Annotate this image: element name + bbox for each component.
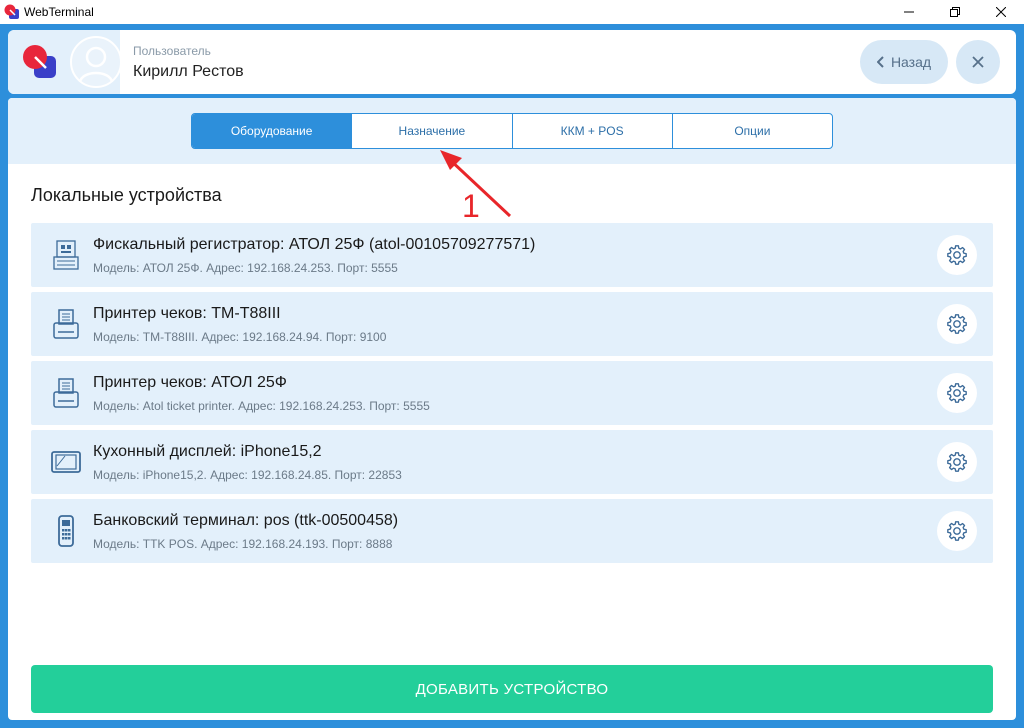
close-button[interactable] bbox=[956, 40, 1000, 84]
gear-icon bbox=[947, 452, 967, 472]
restore-button[interactable] bbox=[932, 0, 978, 24]
user-name: Кирилл Рестов bbox=[133, 63, 244, 80]
restore-icon bbox=[950, 7, 960, 17]
bank-terminal-icon bbox=[58, 515, 74, 547]
device-name: Принтер чеков: АТОЛ 25Ф bbox=[93, 374, 287, 391]
kitchen-display-icon bbox=[51, 451, 81, 473]
close-icon bbox=[972, 56, 984, 68]
device-name: Кухонный дисплей: iPhone15,2 bbox=[93, 443, 322, 460]
gear-icon bbox=[947, 383, 967, 403]
tab-options[interactable]: Опции bbox=[671, 114, 832, 148]
gear-icon bbox=[947, 245, 967, 265]
add-device-button[interactable]: ДОБАВИТЬ УСТРОЙСТВО bbox=[31, 665, 993, 713]
device-row: Принтер чеков: АТОЛ 25Ф Модель: Atol tic… bbox=[31, 361, 993, 425]
device-settings-button[interactable] bbox=[937, 304, 977, 344]
minimize-button[interactable] bbox=[886, 0, 932, 24]
device-meta: Модель: TTK POS. Адрес: 192.168.24.193. … bbox=[93, 537, 393, 551]
tab-assignment[interactable]: Назначение bbox=[351, 114, 511, 148]
device-meta: Модель: TM-T88III. Адрес: 192.168.24.94.… bbox=[93, 330, 387, 344]
device-meta: Модель: Atol ticket printer. Адрес: 192.… bbox=[93, 399, 430, 413]
tab-kkm-pos[interactable]: ККМ + POS bbox=[511, 114, 672, 148]
device-row: Фискальный регистратор: АТОЛ 25Ф (atol-0… bbox=[31, 223, 993, 287]
device-meta: Модель: АТОЛ 25Ф. Адрес: 192.168.24.253.… bbox=[93, 261, 398, 275]
device-settings-button[interactable] bbox=[937, 511, 977, 551]
device-meta: Модель: iPhone15,2. Адрес: 192.168.24.85… bbox=[93, 468, 402, 482]
window-title: WebTerminal bbox=[24, 5, 94, 19]
back-button-label: Назад bbox=[890, 54, 932, 70]
avatar bbox=[70, 36, 122, 88]
receipt-printer-icon bbox=[53, 378, 79, 408]
device-settings-button[interactable] bbox=[937, 235, 977, 275]
fiscal-register-icon bbox=[53, 240, 79, 270]
brand-logo-icon bbox=[23, 45, 56, 78]
gear-icon bbox=[947, 314, 967, 334]
user-silhouette-icon bbox=[78, 46, 114, 83]
back-button[interactable]: Назад bbox=[860, 40, 948, 84]
user-role-label: Пользователь bbox=[133, 44, 211, 58]
app-logo-icon bbox=[4, 4, 19, 19]
device-row: Банковский терминал: pos (ttk-00500458) … bbox=[31, 499, 993, 563]
user-header: Пользователь Кирилл Рестов Назад bbox=[8, 30, 1016, 94]
window-titlebar: WebTerminal bbox=[0, 0, 1024, 24]
section-title: Локальные устройства bbox=[31, 185, 222, 205]
device-name: Банковский терминал: pos (ttk-00500458) bbox=[93, 512, 399, 529]
tab-equipment[interactable]: Оборудование bbox=[192, 114, 352, 148]
minimize-icon bbox=[904, 11, 914, 13]
device-settings-button[interactable] bbox=[937, 442, 977, 482]
gear-icon bbox=[947, 521, 967, 541]
close-icon bbox=[996, 7, 1006, 17]
device-settings-button[interactable] bbox=[937, 373, 977, 413]
device-name: Фискальный регистратор: АТОЛ 25Ф (atol-0… bbox=[93, 236, 536, 253]
receipt-printer-icon bbox=[53, 309, 79, 339]
device-row: Кухонный дисплей: iPhone15,2 Модель: iPh… bbox=[31, 430, 993, 494]
annotation-number: 1 bbox=[462, 188, 480, 224]
device-row: Принтер чеков: TM-T88III Модель: TM-T88I… bbox=[31, 292, 993, 356]
device-name: Принтер чеков: TM-T88III bbox=[93, 305, 281, 322]
close-window-button[interactable] bbox=[978, 0, 1024, 24]
chevron-left-icon bbox=[876, 56, 884, 68]
